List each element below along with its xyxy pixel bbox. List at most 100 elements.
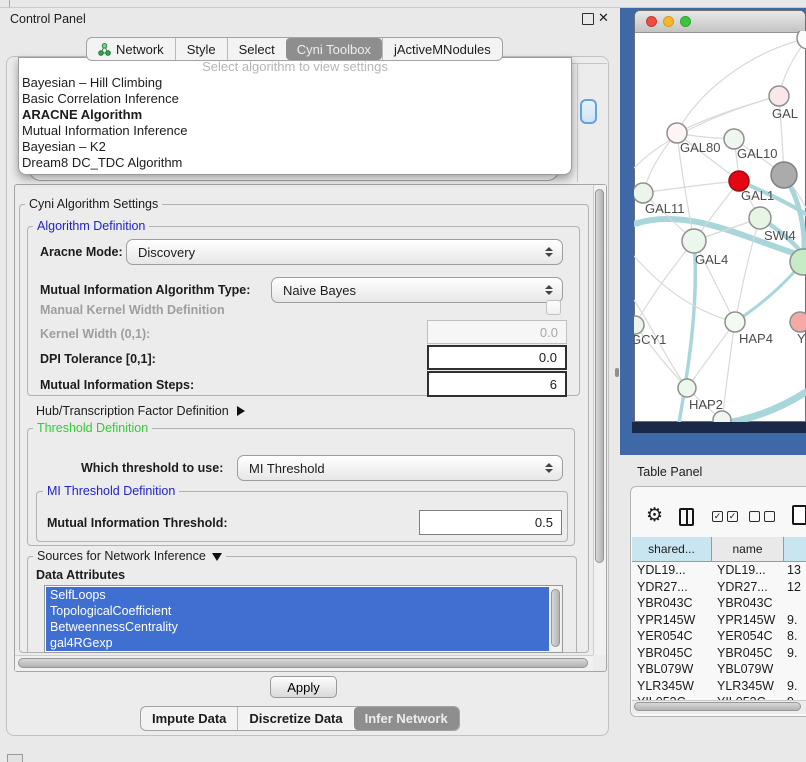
table-cell: YBR043C bbox=[632, 596, 712, 610]
network-node-gal[interactable] bbox=[769, 86, 789, 106]
attribute-item-topologicalcoefficient[interactable]: TopologicalCoefficient bbox=[46, 603, 549, 619]
apply-button[interactable]: Apply bbox=[270, 676, 337, 698]
float-window-icon[interactable] bbox=[582, 13, 594, 25]
table-horizontal-scrollbar-thumb[interactable] bbox=[634, 702, 801, 711]
network-node-label: GCY1 bbox=[634, 332, 666, 347]
table-cell: YDL19... bbox=[632, 563, 712, 577]
table-row[interactable]: YER054CYER054C8. bbox=[632, 628, 806, 645]
gear-icon[interactable]: ⚙ bbox=[646, 504, 663, 527]
attribute-item-selfloops[interactable]: SelfLoops bbox=[46, 587, 549, 603]
network-node[interactable] bbox=[797, 31, 806, 49]
table-cell: YBL079W bbox=[632, 662, 712, 676]
table-cell: YBR045C bbox=[632, 646, 712, 660]
algorithm-option-dream8-dc-tdc-algorithm[interactable]: Dream8 DC_TDC Algorithm bbox=[19, 155, 571, 171]
hidden-combo-button-fragment[interactable] bbox=[580, 99, 597, 124]
table-cell: YDR27... bbox=[712, 580, 784, 594]
collapsed-arrow-icon bbox=[237, 406, 245, 416]
zoom-traffic-light[interactable] bbox=[680, 16, 691, 27]
table-row[interactable]: YLR345WYLR345W9. bbox=[632, 678, 806, 695]
control-panel-tab-strip: NetworkStyleSelectCyni ToolboxjActiveMNo… bbox=[86, 37, 503, 61]
columns-icon-divider bbox=[686, 510, 688, 524]
aracne-mode-label: Aracne Mode: bbox=[40, 245, 123, 259]
table-body: YDL19...YDL19...13YDR27...YDR27...12YBR0… bbox=[632, 562, 806, 700]
columns-icon[interactable] bbox=[679, 508, 694, 526]
network-node-y[interactable] bbox=[790, 312, 806, 332]
bottom-tab-discretize-data[interactable]: Discretize Data bbox=[237, 707, 353, 730]
select-all-checkbox-icon-2[interactable]: ✓ bbox=[727, 511, 738, 522]
network-node[interactable] bbox=[713, 411, 731, 422]
network-node-gal4[interactable] bbox=[682, 229, 706, 253]
mi-threshold-group-label: MI Threshold Definition bbox=[43, 484, 179, 498]
network-node-hap2[interactable] bbox=[678, 379, 696, 397]
mi-threshold-field[interactable]: 0.5 bbox=[419, 510, 562, 535]
table-row[interactable]: YBR043CYBR043C bbox=[632, 595, 806, 612]
kernel-width-field[interactable]: 0.0 bbox=[427, 320, 567, 344]
network-window-titlebar[interactable] bbox=[635, 11, 805, 33]
combo-arrows-icon bbox=[545, 247, 553, 257]
column-header-name[interactable]: name bbox=[712, 537, 784, 561]
network-node-swi4[interactable] bbox=[749, 207, 771, 229]
algorithm-option-bayesian-k2[interactable]: Bayesian – K2 bbox=[19, 139, 571, 155]
algorithm-option-mutual-information-inference[interactable]: Mutual Information Inference bbox=[19, 123, 571, 139]
table-row[interactable]: YBL079WYBL079W bbox=[632, 661, 806, 678]
network-node-hap4[interactable] bbox=[725, 312, 745, 332]
which-threshold-combo[interactable]: MI Threshold bbox=[237, 455, 563, 481]
hub-definition-toggle[interactable]: Hub/Transcription Factor Definition bbox=[36, 404, 245, 418]
bottom-tab-infer-network[interactable]: Infer Network bbox=[354, 707, 459, 730]
table-row[interactable]: YBR045CYBR045C9. bbox=[632, 645, 806, 662]
attribute-item-betweennesscentrality[interactable]: BetweennessCentrality bbox=[46, 619, 549, 635]
deselect-all-checkbox-icon-2[interactable] bbox=[764, 511, 775, 522]
settings-vertical-scrollbar-thumb[interactable] bbox=[595, 189, 604, 563]
deselect-all-checkbox-icon[interactable] bbox=[749, 511, 760, 522]
control-panel-title: Control Panel bbox=[10, 12, 86, 26]
table-row[interactable]: YDL19...YDL19...13 bbox=[632, 562, 806, 579]
expanded-arrow-icon bbox=[212, 553, 222, 561]
select-all-checkbox-icon[interactable]: ✓ bbox=[712, 511, 723, 522]
tab-select[interactable]: Select bbox=[227, 38, 286, 60]
dpi-tolerance-field[interactable]: 0.0 bbox=[427, 345, 567, 370]
close-traffic-light[interactable] bbox=[646, 16, 657, 27]
table-panel-title: Table Panel bbox=[637, 465, 702, 479]
network-edge bbox=[635, 241, 694, 325]
column-header-a[interactable]: A bbox=[784, 537, 806, 561]
algorithm-option-aracne-algorithm[interactable]: ARACNE Algorithm bbox=[19, 107, 571, 123]
table-row[interactable]: YPR145WYPR145W9. bbox=[632, 612, 806, 629]
tab-network[interactable]: Network bbox=[87, 38, 175, 60]
network-node-label: SWI4 bbox=[764, 228, 796, 243]
table-cell: YBL079W bbox=[712, 662, 784, 676]
bottom-tab-impute-data[interactable]: Impute Data bbox=[141, 707, 237, 730]
algorithm-option-basic-correlation-inference[interactable]: Basic Correlation Inference bbox=[19, 91, 571, 107]
tab-jactivemnodules[interactable]: jActiveMNodules bbox=[382, 38, 502, 60]
table-row[interactable]: YDR27...YDR27...12 bbox=[632, 579, 806, 596]
tab-style[interactable]: Style bbox=[175, 38, 227, 60]
close-icon[interactable]: ✕ bbox=[598, 10, 609, 26]
table-header-row: shared...nameA bbox=[632, 537, 806, 562]
mi-threshold-label: Mutual Information Threshold: bbox=[47, 516, 228, 530]
which-threshold-label: Which threshold to use: bbox=[81, 461, 223, 475]
aracne-mode-combo[interactable]: Discovery bbox=[126, 239, 563, 265]
network-node-label: GAL11 bbox=[645, 201, 685, 216]
minimize-traffic-light[interactable] bbox=[663, 16, 674, 27]
attribute-item-gal4rgexp[interactable]: gal4RGexp bbox=[46, 635, 549, 651]
screen: Control Panel ✕ NetworkStyleSelectCyni T… bbox=[0, 0, 806, 762]
cropped-corner-button[interactable] bbox=[7, 754, 23, 762]
algorithm-option-bayesian-hill-climbing[interactable]: Bayesian – Hill Climbing bbox=[19, 75, 571, 91]
settings-horizontal-scrollbar-thumb[interactable] bbox=[18, 658, 588, 668]
threshold-definition-label: Threshold Definition bbox=[33, 421, 152, 435]
mi-algorithm-type-combo[interactable]: Naive Bayes bbox=[271, 277, 563, 303]
attributes-scrollbar-thumb[interactable] bbox=[551, 589, 560, 647]
manual-kernel-width-label: Manual Kernel Width Definition bbox=[40, 303, 225, 317]
document-icon[interactable] bbox=[792, 505, 806, 525]
tab-cyni-toolbox[interactable]: Cyni Toolbox bbox=[286, 38, 382, 60]
table-cell: 9. bbox=[784, 646, 806, 660]
sources-group-label[interactable]: Sources for Network Inference bbox=[33, 549, 226, 563]
column-header-shared[interactable]: shared... bbox=[632, 537, 712, 561]
mi-steps-field[interactable]: 6 bbox=[427, 371, 567, 397]
table-cell: 13 bbox=[784, 563, 806, 577]
network-node-gal11[interactable] bbox=[634, 183, 653, 203]
network-node[interactable] bbox=[771, 162, 797, 188]
table-cell: 12 bbox=[784, 580, 806, 594]
manual-kernel-width-checkbox[interactable] bbox=[546, 300, 561, 315]
panel-divider-handle[interactable] bbox=[615, 368, 619, 377]
network-canvas[interactable]: GALGAL80GAL10GAL1GAL11SWI4GAL4GCY1HAP4YH… bbox=[634, 31, 806, 422]
